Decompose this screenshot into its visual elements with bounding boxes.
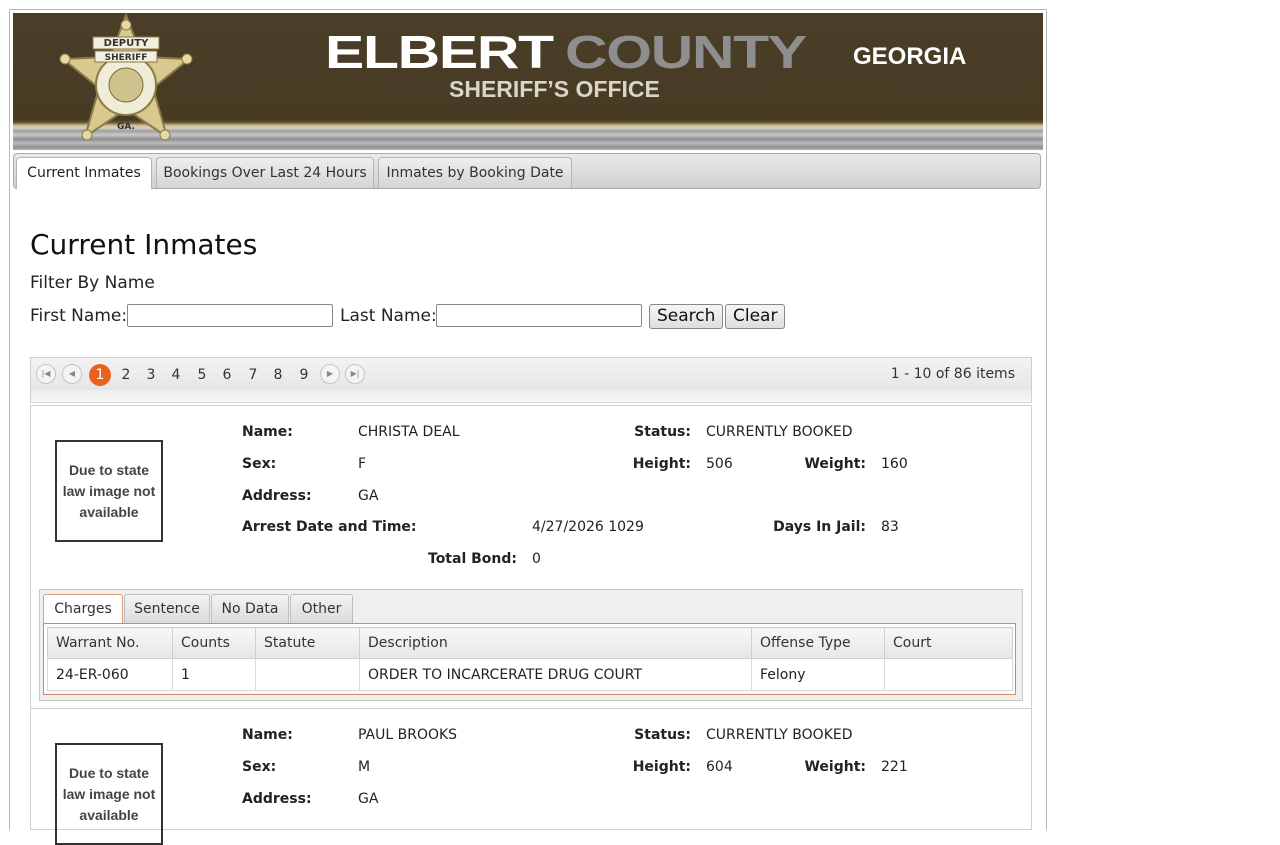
no-image-placeholder: Due to state law image not available (55, 743, 163, 845)
column-header-court[interactable]: Court (884, 627, 1013, 659)
page-number-1[interactable]: 1 (89, 364, 111, 386)
height-label: Height: (632, 456, 691, 472)
total-bond-label: Total Bond: (428, 551, 517, 567)
statute-cell (255, 658, 360, 691)
tab-charges[interactable]: Charges (43, 594, 123, 625)
status-label: Status: (634, 727, 691, 743)
status-label: Status: (634, 424, 691, 440)
charges-table: Warrant No. Counts Statute Description O… (47, 627, 1013, 691)
page-number-7[interactable]: 7 (242, 364, 264, 386)
inmate-name: CHRISTA DEAL (358, 424, 460, 440)
counts-cell: 1 (172, 658, 256, 691)
table-row: 24-ER-060 1 ORDER TO INCARCERATE DRUG CO… (47, 658, 1013, 691)
name-label: Name: (242, 424, 293, 440)
last-name-input[interactable] (436, 304, 642, 327)
clear-button[interactable]: Clear (725, 304, 786, 329)
tab-other[interactable]: Other (290, 594, 353, 624)
page-frame: DEPUTY SHERIFF GA. ELBERT COUNTY GEORGIA… (9, 9, 1047, 845)
inmate-sex: F (358, 456, 367, 472)
address-label: Address: (242, 791, 312, 807)
header-state: GEORGIA (853, 43, 967, 70)
first-name-input[interactable] (127, 304, 333, 327)
inmate-weight: 221 (881, 759, 908, 775)
page-number-2[interactable]: 2 (115, 364, 137, 386)
page-number-9[interactable]: 9 (293, 364, 315, 386)
arrest-date-label: Arrest Date and Time: (242, 519, 417, 535)
page-number-8[interactable]: 8 (267, 364, 289, 386)
page-number-5[interactable]: 5 (191, 364, 213, 386)
tab-current-inmates[interactable]: Current Inmates (16, 157, 152, 189)
sheriff-star-badge-icon: DEPUTY SHERIFF GA. (59, 13, 193, 141)
inmate-height: 604 (706, 759, 733, 775)
tab-bookings-last-24-hours[interactable]: Bookings Over Last 24 Hours (156, 157, 374, 188)
weight-label: Weight: (804, 456, 866, 472)
next-page-icon[interactable]: ▶ (320, 364, 340, 384)
svg-text:SHERIFF: SHERIFF (105, 53, 148, 63)
column-header-statute[interactable]: Statute (255, 627, 360, 659)
search-button[interactable]: Search (649, 304, 724, 329)
tab-no-data[interactable]: No Data (211, 594, 289, 624)
description-cell: ORDER TO INCARCERATE DRUG COURT (359, 658, 752, 691)
inmate-sex: M (358, 759, 371, 775)
inmate-address: GA (358, 488, 379, 504)
sex-label: Sex: (242, 759, 277, 775)
header-title-county: COUNTY (565, 26, 807, 78)
inmate-arrest-date: 4/27/2026 1029 (532, 519, 644, 535)
inmate-height: 506 (706, 456, 733, 472)
page-number-4[interactable]: 4 (165, 364, 187, 386)
inmate-record: Due to state law image not available Nam… (30, 405, 1032, 709)
offense-type-cell: Felony (751, 658, 885, 691)
column-header-offense-type[interactable]: Offense Type (751, 627, 885, 659)
pager-divider (30, 390, 1032, 403)
inmate-name: PAUL BROOKS (358, 727, 458, 743)
page-title: Current Inmates (30, 228, 258, 261)
header-title-elbert: ELBERT (325, 26, 554, 78)
height-label: Height: (632, 759, 691, 775)
svg-text:GA.: GA. (117, 122, 135, 132)
address-label: Address: (242, 488, 312, 504)
tab-inmates-by-booking-date[interactable]: Inmates by Booking Date (378, 157, 572, 188)
inmate-status: CURRENTLY BOOKED (706, 727, 853, 743)
last-page-icon[interactable]: ▶| (345, 364, 365, 384)
name-label: Name: (242, 727, 293, 743)
column-header-description[interactable]: Description (359, 627, 752, 659)
first-page-icon[interactable]: |◀ (36, 364, 56, 384)
page-tab-bar: Current Inmates Bookings Over Last 24 Ho… (13, 153, 1041, 189)
site-header-banner: DEPUTY SHERIFF GA. ELBERT COUNTY GEORGIA… (13, 13, 1043, 150)
pager-info: 1 - 10 of 86 items (890, 366, 1015, 382)
inmate-status: CURRENTLY BOOKED (706, 424, 853, 440)
inmate-weight: 160 (881, 456, 908, 472)
inmate-record: Due to state law image not available Nam… (30, 708, 1032, 845)
detail-tabs: Charges Sentence No Data Other Warrant N… (39, 589, 1023, 701)
header-subtitle: SHERIFF’S OFFICE (449, 76, 660, 102)
svg-text:DEPUTY: DEPUTY (104, 38, 149, 49)
sex-label: Sex: (242, 456, 277, 472)
inmate-total-bond: 0 (532, 551, 541, 567)
warrant-cell: 24-ER-060 (47, 658, 173, 691)
court-cell (884, 658, 1013, 691)
charges-panel: Warrant No. Counts Statute Description O… (43, 623, 1016, 695)
days-in-jail-label: Days In Jail: (773, 519, 866, 535)
page-number-6[interactable]: 6 (216, 364, 238, 386)
no-image-placeholder: Due to state law image not available (55, 440, 163, 542)
first-name-label: First Name: (30, 306, 128, 326)
column-header-counts[interactable]: Counts (172, 627, 256, 659)
inmate-days-in-jail: 83 (881, 519, 899, 535)
inmate-address: GA (358, 791, 379, 807)
prev-page-icon[interactable]: ◀ (62, 364, 82, 384)
last-name-label: Last Name: (340, 306, 437, 326)
weight-label: Weight: (804, 759, 866, 775)
pager: |◀ ◀ 1 2 3 4 5 6 7 8 9 ▶ ▶| 1 - 10 of 86… (30, 357, 1032, 391)
filter-title: Filter By Name (30, 273, 155, 293)
tab-sentence[interactable]: Sentence (124, 594, 210, 624)
page-number-3[interactable]: 3 (140, 364, 162, 386)
column-header-warrant[interactable]: Warrant No. (47, 627, 173, 659)
